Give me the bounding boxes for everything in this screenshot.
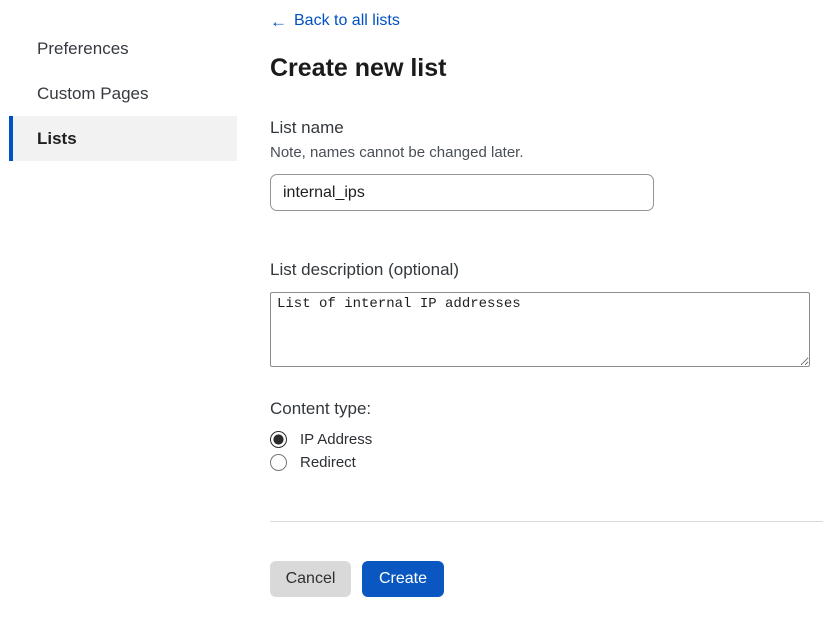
list-name-label: List name [270, 118, 344, 138]
radio-option-label: IP Address [300, 431, 372, 448]
back-to-all-lists-link[interactable]: ← Back to all lists [270, 12, 400, 30]
page-title: Create new list [270, 54, 446, 83]
sidebar-item-label: Preferences [37, 39, 129, 59]
left-arrow-icon: ← [270, 13, 287, 30]
radio-option-label: Redirect [300, 454, 356, 471]
list-name-input[interactable] [270, 174, 654, 211]
radio-option-redirect[interactable]: Redirect [270, 451, 372, 474]
sidebar-item-preferences[interactable]: Preferences [9, 26, 237, 71]
redirect-radio[interactable] [270, 454, 287, 471]
cancel-button[interactable]: Cancel [270, 561, 351, 597]
radio-option-ip-address[interactable]: IP Address [270, 428, 372, 451]
ip-address-radio[interactable] [270, 431, 287, 448]
sidebar-item-lists[interactable]: Lists [9, 116, 237, 161]
back-link-label: Back to all lists [294, 12, 400, 30]
list-name-note: Note, names cannot be changed later. [270, 144, 524, 161]
list-description-textarea[interactable]: List of internal IP addresses [270, 292, 810, 367]
divider [270, 521, 823, 522]
form-actions: Cancel Create [270, 561, 444, 597]
content-type-radio-group: IP Address Redirect [270, 428, 372, 474]
create-list-panel: ← Back to all lists Create new list List… [270, 0, 823, 617]
sidebar-item-label: Lists [37, 129, 77, 149]
sidebar-item-custom-pages[interactable]: Custom Pages [9, 71, 237, 116]
content-type-label: Content type: [270, 399, 371, 419]
list-description-label: List description (optional) [270, 260, 459, 280]
create-button[interactable]: Create [362, 561, 444, 597]
sidebar-item-label: Custom Pages [37, 84, 149, 104]
settings-sidebar: Preferences Custom Pages Lists [9, 26, 237, 161]
